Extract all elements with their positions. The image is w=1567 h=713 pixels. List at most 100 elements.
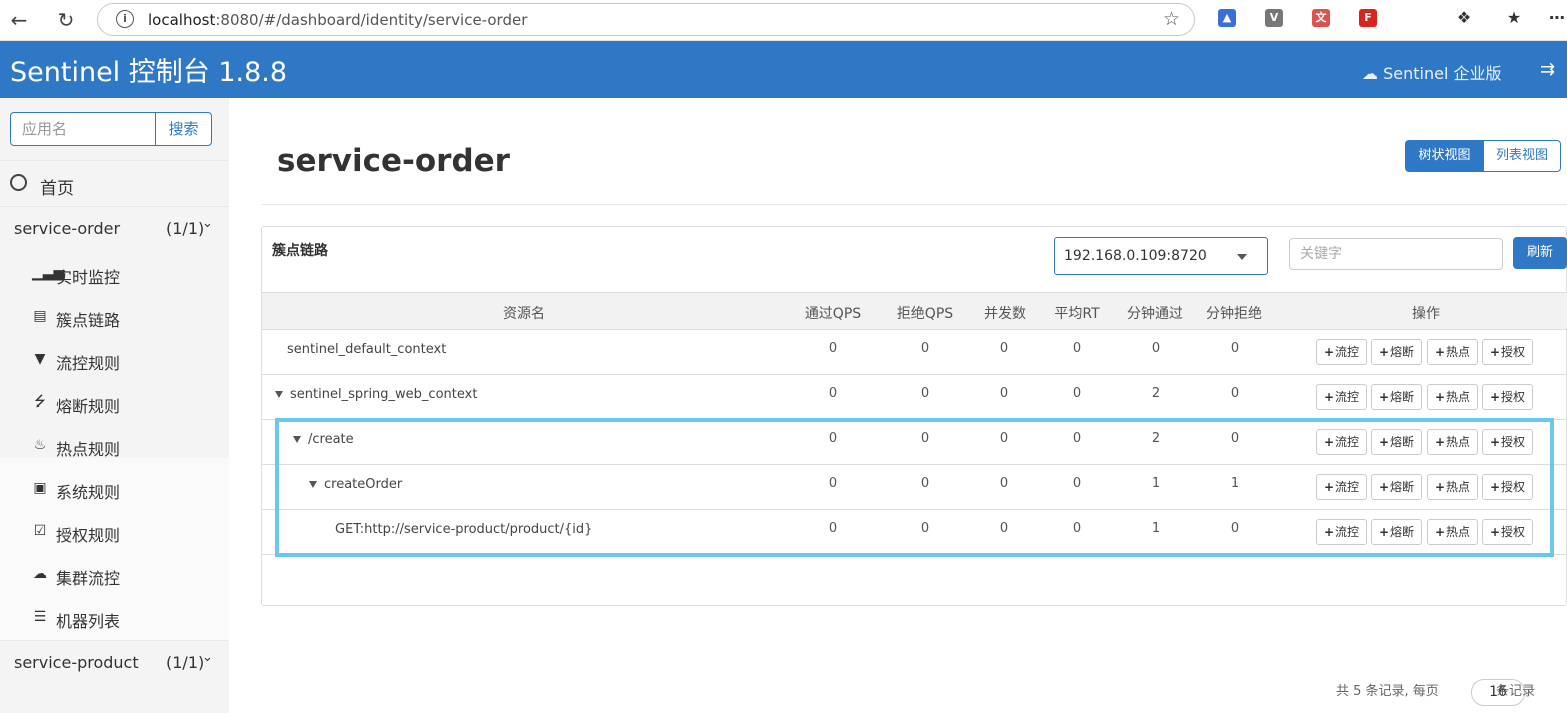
cloud-icon: ☁: [33, 566, 47, 582]
more-menu-icon[interactable]: ⋯: [1548, 9, 1566, 27]
plus-icon: +: [1489, 390, 1501, 404]
app-group-service-order[interactable]: service-order (1/1) ⌄: [0, 206, 229, 250]
translate-extension-icon[interactable]: 文: [1312, 9, 1330, 27]
add-authority-rule-button[interactable]: +授权: [1482, 384, 1533, 410]
plus-icon: +: [1434, 345, 1446, 359]
plus-icon: +: [1323, 345, 1335, 359]
resource-name-text: sentinel_spring_web_context: [290, 387, 478, 402]
column-header: 通过QPS: [804, 306, 862, 322]
sidebar-item-resource-chain[interactable]: ▤ 簇点链路: [0, 296, 229, 339]
sidebar-item-label: 集群流控: [56, 569, 121, 588]
app-name: service-order: [14, 219, 121, 238]
browser-toolbar: ← ↻ i localhost:8080/#/dashboard/identit…: [0, 0, 1567, 41]
column-header: 并发数: [984, 306, 1026, 322]
lock-icon: ▣: [33, 480, 47, 496]
add-degrade-rule-button[interactable]: +熔断: [1371, 384, 1422, 410]
site-info-icon[interactable]: i: [116, 10, 134, 28]
action-label: 授权: [1501, 390, 1526, 404]
action-label: 熔断: [1390, 390, 1415, 404]
list-icon: ▤: [33, 308, 47, 324]
add-hotspot-rule-button[interactable]: +热点: [1427, 384, 1478, 410]
logout-icon[interactable]: ⇉: [1540, 59, 1555, 80]
favorites-icon[interactable]: ★: [1505, 9, 1523, 27]
column-header: 操作: [1412, 306, 1440, 322]
resource-name[interactable]: sentinel_spring_web_context: [275, 387, 477, 402]
column-header: 资源名: [503, 306, 545, 322]
url-text: localhost:8080/#/dashboard/identity/serv…: [148, 11, 528, 29]
address-bar[interactable]: i localhost:8080/#/dashboard/identity/se…: [97, 3, 1195, 36]
metric-value: 0: [999, 341, 1009, 356]
bookmark-star-icon[interactable]: ☆: [1163, 8, 1180, 30]
extension-icon[interactable]: ▲: [1218, 9, 1236, 27]
resource-name: sentinel_default_context: [287, 342, 446, 357]
plus-icon: +: [1434, 390, 1446, 404]
pager-unit: 条记录: [1496, 684, 1536, 699]
th-list-icon: ☰: [33, 609, 47, 625]
sidebar-item-home[interactable]: 首页: [0, 160, 229, 206]
metric-value: 2: [1151, 386, 1161, 401]
refresh-button[interactable]: 刷新: [1513, 237, 1567, 269]
extension-icon[interactable]: V: [1265, 9, 1283, 27]
sidebar-item-authority-rules[interactable]: ☑ 授权规则: [0, 511, 229, 554]
column-header: 拒绝QPS: [896, 306, 954, 322]
app-search-input[interactable]: 应用名: [10, 112, 156, 146]
sidebar-item-system-rules[interactable]: ▣ 系统规则: [0, 468, 229, 511]
sidebar-item-label: 热点规则: [56, 440, 121, 459]
back-arrow-icon[interactable]: ←: [6, 7, 32, 33]
fire-icon: ♨: [33, 437, 47, 453]
add-authority-rule-button[interactable]: +授权: [1482, 339, 1533, 365]
metric-value: 0: [1230, 386, 1240, 401]
expand-triangle-icon[interactable]: [275, 391, 283, 398]
metric-value: 0: [828, 386, 838, 401]
table-header: 资源名 通过QPS 拒绝QPS 并发数 平均RT 分钟通过 分钟拒绝 操作: [262, 292, 1567, 330]
search-button[interactable]: 搜索: [155, 112, 212, 146]
sidebar-item-monitor[interactable]: ▁▃▅ 实时监控: [0, 253, 229, 296]
plus-icon: +: [1378, 345, 1390, 359]
page-title: service-order: [277, 143, 510, 179]
app-count: (1/1): [166, 653, 205, 672]
action-label: 流控: [1335, 390, 1360, 404]
pager-total: 共 5 条记录, 每页: [1336, 684, 1439, 699]
add-flow-rule-button[interactable]: +流控: [1316, 384, 1367, 410]
app-name: service-product: [14, 653, 139, 672]
column-header: 平均RT: [1054, 306, 1100, 322]
action-label: 热点: [1446, 345, 1471, 359]
sidebar-item-machine-list[interactable]: ☰ 机器列表: [0, 597, 229, 640]
sidebar-item-cluster-flow[interactable]: ☁ 集群流控: [0, 554, 229, 597]
app-group-service-product[interactable]: service-product (1/1) ⌄: [0, 640, 229, 684]
filter-icon: ▼: [34, 351, 46, 367]
metric-value: 0: [1072, 341, 1082, 356]
machine-select[interactable]: 192.168.0.109:8720: [1054, 237, 1268, 275]
reload-icon[interactable]: ↻: [53, 7, 79, 33]
tree-view-button[interactable]: 树状视图: [1405, 140, 1484, 172]
divider: [262, 204, 1567, 205]
chevron-down-icon: ⌄: [202, 216, 213, 231]
list-view-button[interactable]: 列表视图: [1483, 140, 1561, 172]
metric-value: 0: [920, 386, 930, 401]
flash-icon: ⭍: [34, 394, 46, 410]
machine-select-value: 192.168.0.109:8720: [1064, 248, 1207, 264]
check-square-icon: ☑: [33, 523, 47, 539]
puzzle-icon[interactable]: ❖: [1455, 9, 1473, 27]
resource-name-text: sentinel_default_context: [287, 342, 447, 357]
sidebar-item-degrade-rules[interactable]: ⭍ 熔断规则: [0, 382, 229, 425]
action-label: 热点: [1446, 390, 1471, 404]
sidebar-item-label: 实时监控: [56, 268, 121, 287]
sidebar-item-label: 簇点链路: [56, 311, 121, 330]
add-hotspot-rule-button[interactable]: +热点: [1427, 339, 1478, 365]
brand-title[interactable]: Sentinel 控制台 1.8.8: [10, 50, 287, 89]
add-flow-rule-button[interactable]: +流控: [1316, 339, 1367, 365]
sidebar-item-flow-rules[interactable]: ▼ 流控规则: [0, 339, 229, 382]
action-label: 授权: [1501, 345, 1526, 359]
plus-icon: +: [1378, 390, 1390, 404]
plus-icon: +: [1489, 345, 1501, 359]
enterprise-link[interactable]: ☁ Sentinel 企业版: [1362, 60, 1501, 84]
add-degrade-rule-button[interactable]: +熔断: [1371, 339, 1422, 365]
table-row: sentinel_spring_web_context 0 0 0 0 2 0 +流控 +熔断 +…: [262, 375, 1567, 420]
sidebar-item-label: 熔断规则: [56, 397, 121, 416]
metric-value: 0: [1072, 386, 1082, 401]
metric-value: 0: [828, 341, 838, 356]
extension-icon[interactable]: F: [1359, 9, 1377, 27]
sidebar-lower-section: ▣ 系统规则 ☑ 授权规则 ☁ 集群流控 ☰ 机器列表: [0, 458, 229, 640]
keyword-input[interactable]: 关键字: [1289, 238, 1503, 270]
